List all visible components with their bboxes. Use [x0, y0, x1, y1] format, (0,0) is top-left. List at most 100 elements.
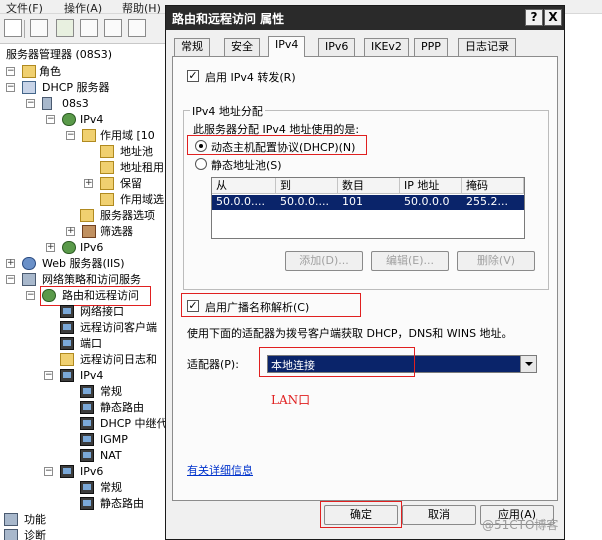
- tree-label: 作用域选: [120, 193, 164, 206]
- folder-icon: [60, 353, 74, 366]
- expand-icon[interactable]: +: [84, 179, 93, 188]
- tree-label: 筛选器: [100, 225, 133, 238]
- tab-general[interactable]: 常规: [174, 38, 210, 56]
- ipv4-forwarding-checkbox[interactable]: ✓: [187, 70, 199, 82]
- ipv4-route-icon: [60, 369, 74, 382]
- expand-icon[interactable]: +: [46, 243, 55, 252]
- static-pool-radio[interactable]: [195, 158, 207, 170]
- tree-label: 作用域 [10: [100, 129, 155, 142]
- server-icon: [42, 97, 52, 110]
- address-pool-icon: [100, 145, 114, 158]
- column-header-count[interactable]: 数目: [338, 178, 400, 194]
- highlight-box-dhcp: [187, 135, 367, 155]
- collapse-icon[interactable]: −: [44, 371, 53, 380]
- tree-label: 静态路由: [100, 401, 144, 414]
- more-info-link[interactable]: 有关详细信息: [187, 462, 253, 478]
- show-tree-icon[interactable]: [56, 19, 74, 37]
- close-button[interactable]: X: [544, 9, 562, 26]
- collapse-icon[interactable]: −: [26, 99, 35, 108]
- cell-from: 50.0.0....: [216, 195, 265, 208]
- address-pool-table[interactable]: 从 到 数目 IP 地址 掩码 50.0.0.... 50.0.0.... 10…: [211, 177, 525, 239]
- folder-icon: [100, 193, 114, 206]
- tree-label: 静态路由: [100, 497, 144, 510]
- column-header-to[interactable]: 到: [276, 178, 338, 194]
- tab-logging[interactable]: 日志记录: [458, 38, 516, 56]
- tab-ipv6[interactable]: IPv6: [318, 38, 356, 56]
- adapter-description: 使用下面的适配器为拨号客户端获取 DHCP，DNS和 WINS 地址。: [187, 327, 513, 340]
- tree-label: 地址池: [120, 145, 153, 158]
- delete-button[interactable]: 删除(V): [457, 251, 535, 271]
- port-icon: [60, 337, 74, 350]
- collapse-icon[interactable]: −: [66, 131, 75, 140]
- cancel-button[interactable]: 取消: [402, 505, 476, 525]
- ipv4-forwarding-label: 启用 IPv4 转发(R): [205, 71, 296, 84]
- tree-label: NAT: [100, 449, 122, 462]
- column-header-ip[interactable]: IP 地址: [400, 178, 462, 194]
- tree-label: 常规: [100, 385, 122, 398]
- folder-icon: [22, 65, 36, 78]
- back-icon[interactable]: [4, 19, 22, 37]
- tree-label: Web 服务器(IIS): [42, 257, 125, 270]
- add-button[interactable]: 添加(D)...: [285, 251, 363, 271]
- help-button[interactable]: ?: [525, 9, 543, 26]
- cell-count: 101: [342, 195, 363, 208]
- tree-label: 网络接口: [80, 305, 124, 318]
- highlight-box-rras: [40, 286, 151, 306]
- dialog-titlebar[interactable]: 路由和远程访问 属性 ? X: [166, 6, 564, 30]
- ipv6-icon: [62, 241, 76, 254]
- igmp-icon: [80, 433, 94, 446]
- tree-label: IPv6: [80, 241, 104, 254]
- cell-to: 50.0.0....: [280, 195, 329, 208]
- console-tree: 服务器管理器 (08S3) − 角色 − DHCP 服务器 − 08s3 − I…: [0, 45, 165, 540]
- tree-label: 08s3: [62, 97, 89, 110]
- tree-label: 角色: [39, 65, 61, 78]
- tree-label: DHCP 服务器: [42, 81, 110, 94]
- static-pool-label: 静态地址池(S): [211, 159, 282, 172]
- help-icon[interactable]: [128, 19, 146, 37]
- table-row[interactable]: 50.0.0.... 50.0.0.... 101 50.0.0.0 255.2…: [212, 195, 524, 210]
- tree-label: DHCP 中继代: [100, 417, 165, 430]
- tree-label: 诊断: [24, 529, 46, 540]
- tab-strip: 常规 安全 IPv4 IPv6 IKEv2 PPP 日志记录: [170, 36, 560, 57]
- watermark: @51CTO博客: [482, 518, 559, 532]
- collapse-icon[interactable]: −: [6, 275, 15, 284]
- edit-button[interactable]: 编辑(E)...: [371, 251, 449, 271]
- address-lease-icon: [100, 161, 114, 174]
- column-header-mask[interactable]: 掩码: [462, 178, 524, 194]
- tab-ppp[interactable]: PPP: [414, 38, 448, 56]
- remote-client-icon: [60, 321, 74, 334]
- lan-annotation: LAN口: [271, 393, 311, 407]
- tab-ikev2[interactable]: IKEv2: [364, 38, 409, 56]
- web-server-icon: [22, 257, 36, 270]
- folder-icon: [80, 209, 94, 222]
- properties-icon[interactable]: [80, 19, 98, 37]
- tab-ipv4[interactable]: IPv4: [268, 36, 306, 57]
- tree-label: 服务器选项: [100, 209, 155, 222]
- collapse-icon[interactable]: −: [26, 291, 35, 300]
- tab-security[interactable]: 安全: [224, 38, 260, 56]
- dhcp-server-icon: [22, 81, 36, 94]
- expand-icon[interactable]: +: [66, 227, 75, 236]
- tab-panel-ipv4: ✓ 启用 IPv4 转发(R) IPv4 地址分配 此服务器分配 IPv4 地址…: [172, 56, 558, 501]
- export-icon[interactable]: [104, 19, 122, 37]
- collapse-icon[interactable]: −: [6, 67, 15, 76]
- up-folder-icon[interactable]: [30, 19, 48, 37]
- chevron-down-icon[interactable]: [520, 356, 536, 372]
- tree-label: 端口: [80, 337, 102, 350]
- expand-icon[interactable]: +: [6, 259, 15, 268]
- collapse-icon[interactable]: −: [44, 467, 53, 476]
- highlight-box-adapter: [259, 347, 415, 377]
- features-icon: [4, 513, 18, 526]
- ipv4-icon: [62, 113, 76, 126]
- network-interface-icon: [60, 305, 74, 318]
- general-icon: [80, 481, 94, 494]
- tree-label: IPv4: [80, 113, 104, 126]
- general-icon: [80, 385, 94, 398]
- cell-mask: 255.2...: [466, 195, 508, 208]
- dialog-title: 路由和远程访问 属性: [172, 12, 285, 26]
- collapse-icon[interactable]: −: [6, 83, 15, 92]
- toolbar: [0, 14, 168, 44]
- collapse-icon[interactable]: −: [46, 115, 55, 124]
- tree-label: IPv6: [80, 465, 104, 478]
- column-header-from[interactable]: 从: [212, 178, 276, 194]
